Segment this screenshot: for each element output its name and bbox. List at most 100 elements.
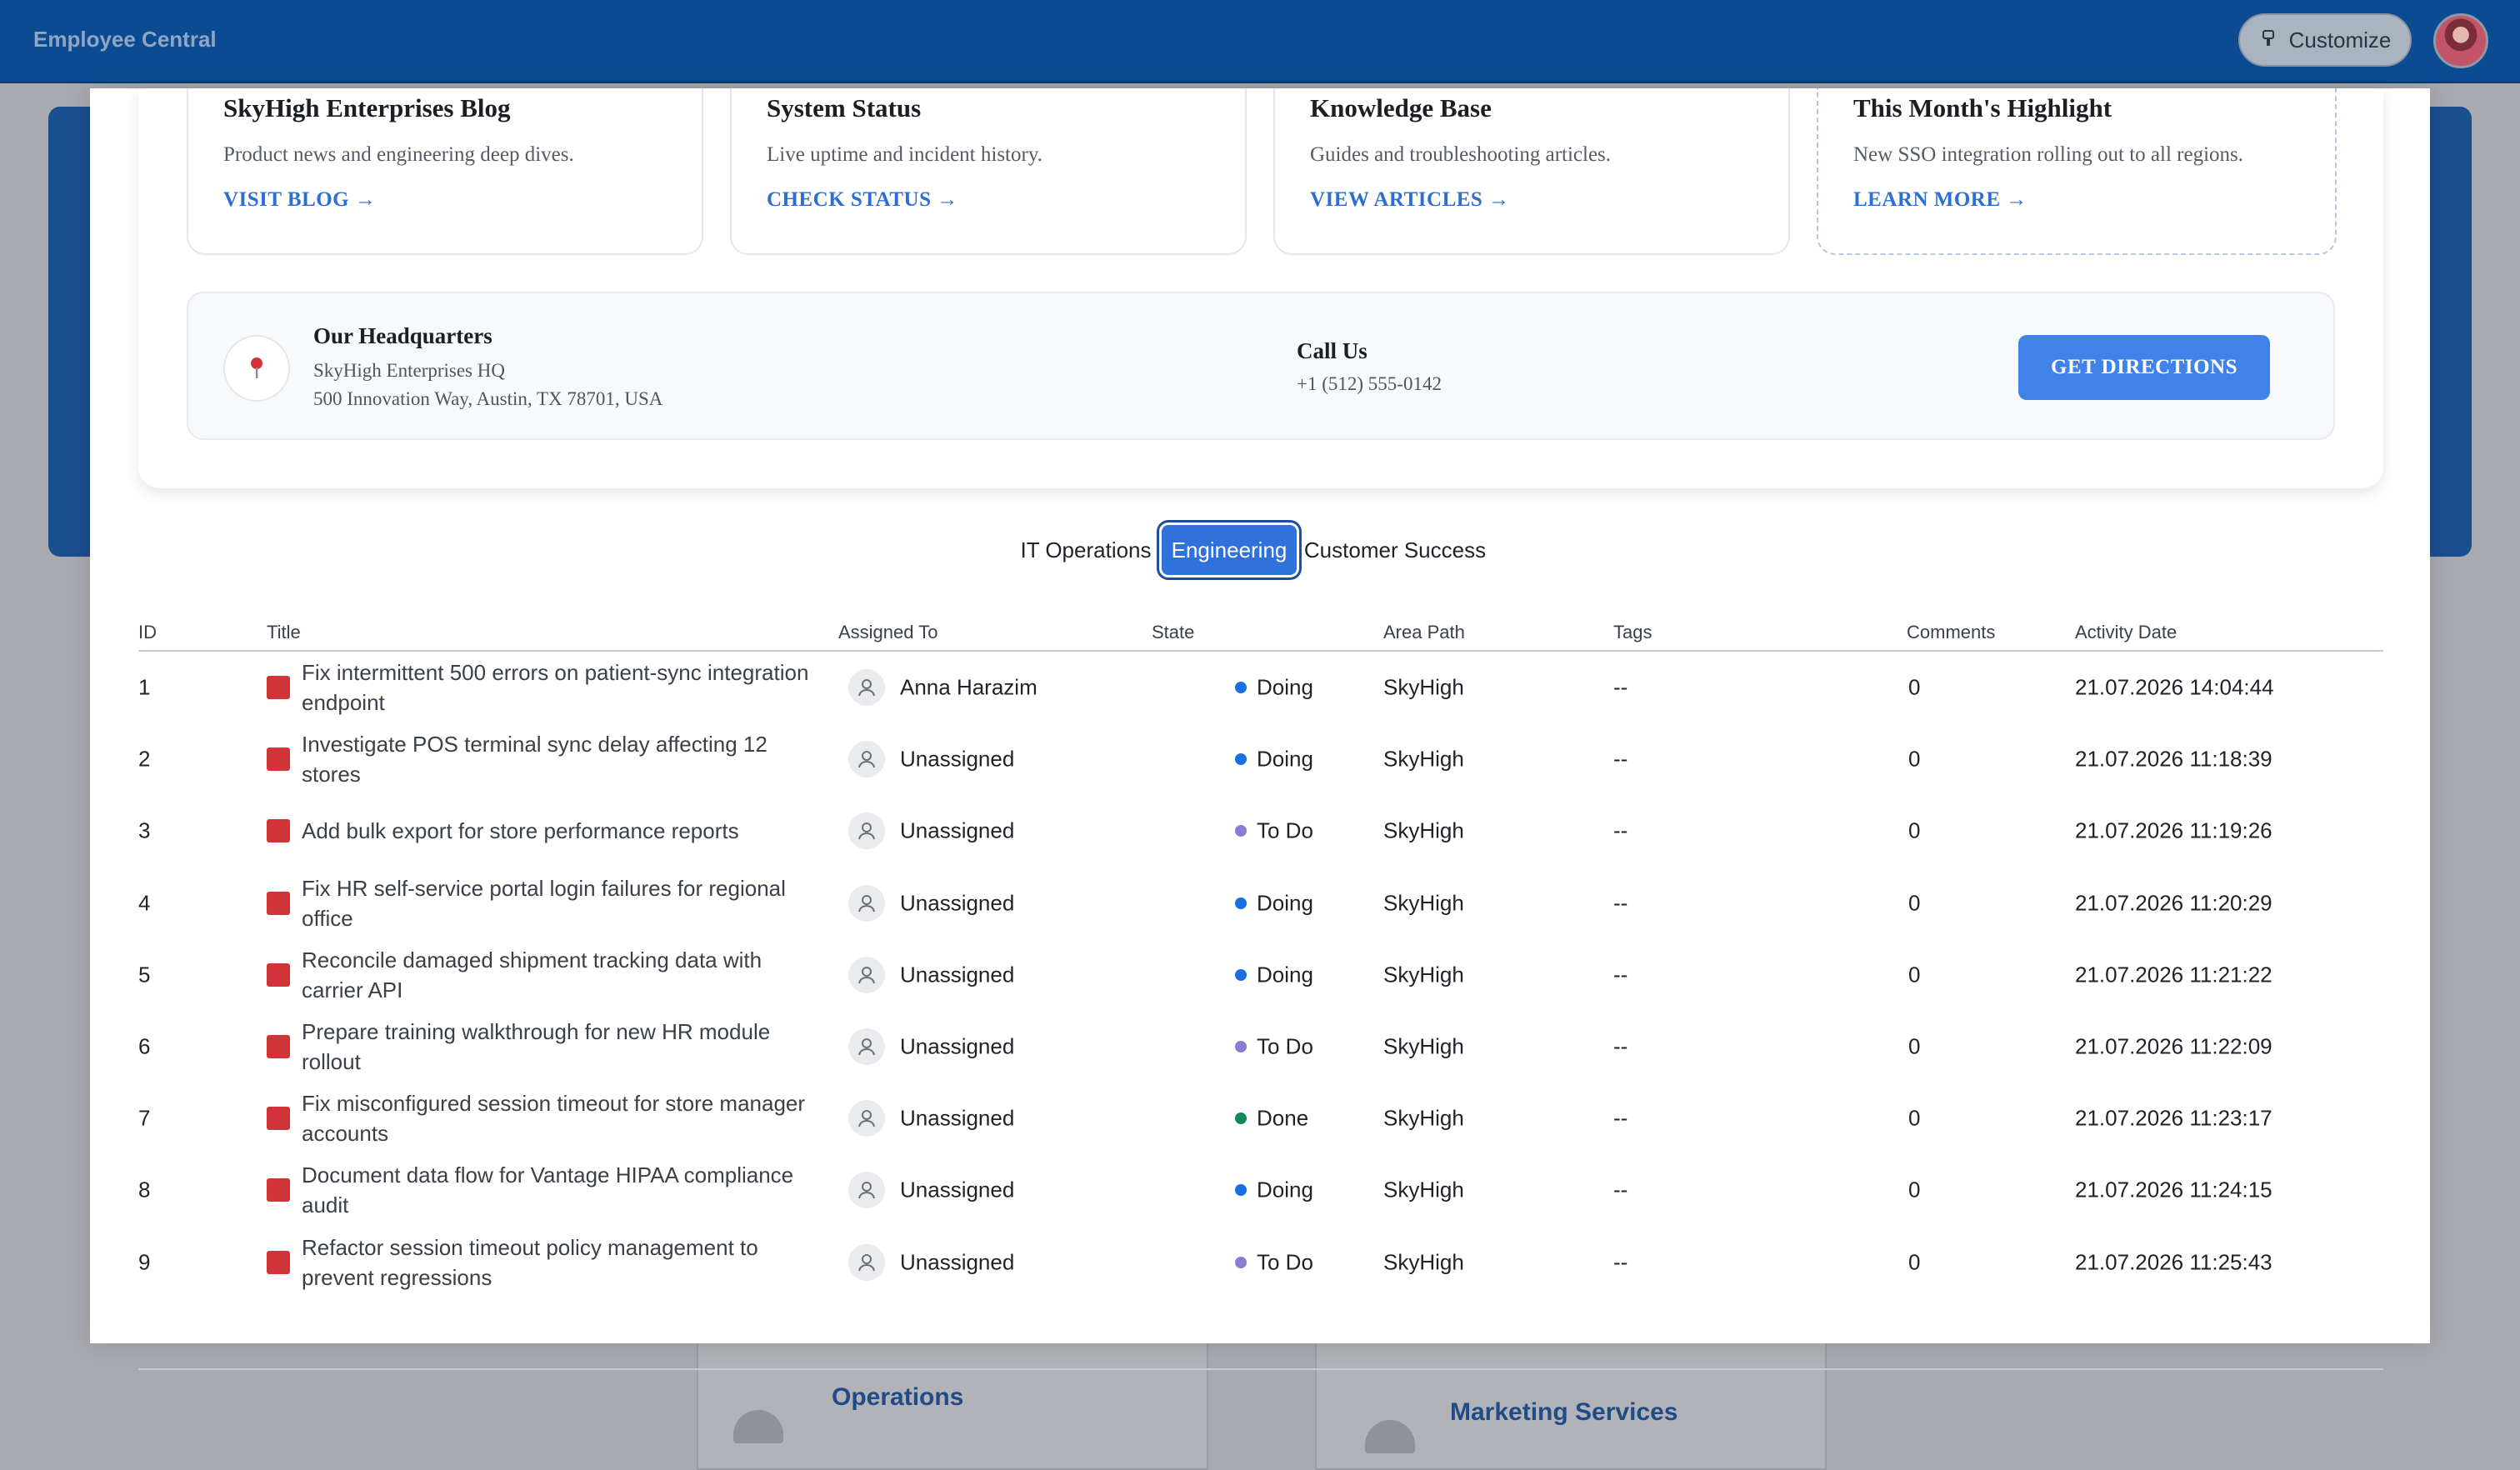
column-header-tags[interactable]: Tags xyxy=(1613,622,1652,643)
column-header-id[interactable]: ID xyxy=(138,622,157,643)
card-description: New SSO integration rolling out to all r… xyxy=(1853,143,2244,166)
row-id: 7 xyxy=(138,1105,151,1131)
customize-button[interactable]: Customize xyxy=(2238,13,2412,67)
column-header-comments[interactable]: Comments xyxy=(1907,622,1995,643)
table-row[interactable]: 4 Fix HR self-service portal login failur… xyxy=(138,868,2383,939)
bug-icon xyxy=(267,819,290,843)
row-title-link[interactable]: Reconcile damaged shipment tracking data… xyxy=(302,945,818,1005)
state-dot-icon xyxy=(1235,968,1247,981)
view-articles-link[interactable]: VIEW ARTICLES → xyxy=(1310,188,1510,212)
phone-number[interactable]: +1 (512) 555-0142 xyxy=(1297,373,1442,395)
get-directions-button[interactable]: GET DIRECTIONS xyxy=(2018,335,2270,400)
row-activity-date: 21.07.2026 14:04:44 xyxy=(2075,674,2274,700)
learn-more-link[interactable]: LEARN MORE → xyxy=(1853,188,2028,212)
row-tags: -- xyxy=(1613,1177,1628,1202)
table-row[interactable]: 2 Investigate POS terminal sync delay aff… xyxy=(138,723,2383,795)
row-tags: -- xyxy=(1613,674,1628,700)
table-header: ID Title Assigned To State Area Path Tag… xyxy=(138,622,2383,652)
row-state: Doing xyxy=(1257,962,1313,988)
table-row[interactable]: 8 Document data flow for Vantage HIPAA co… xyxy=(138,1154,2383,1226)
tab-engineering[interactable]: Engineering xyxy=(1162,525,1297,575)
row-area-path: SkyHigh xyxy=(1383,1249,1464,1275)
row-tags: -- xyxy=(1613,746,1628,772)
info-card: SkyHigh Enterprises Blog Product news an… xyxy=(138,88,2383,488)
row-area-path: SkyHigh xyxy=(1383,1105,1464,1131)
column-header-activity-date[interactable]: Activity Date xyxy=(2075,622,2177,643)
column-header-assigned-to[interactable]: Assigned To xyxy=(838,622,938,643)
table-row[interactable]: 3 Add bulk export for store performance r… xyxy=(138,795,2383,867)
row-assigned-to: Unassigned xyxy=(900,962,1015,988)
row-id: 6 xyxy=(138,1033,151,1059)
operations-icon xyxy=(733,1410,783,1443)
bug-icon xyxy=(267,1107,290,1131)
row-title-link[interactable]: Document data flow for Vantage HIPAA com… xyxy=(302,1160,818,1220)
row-area-path: SkyHigh xyxy=(1383,674,1464,700)
state-dot-icon xyxy=(1235,1256,1247,1268)
row-comments: 0 xyxy=(1908,890,1921,916)
card-description: Live uptime and incident history. xyxy=(767,143,1042,166)
system-status-card: System Status Live uptime and incident h… xyxy=(730,88,1247,255)
bug-icon xyxy=(267,962,290,987)
column-header-state[interactable]: State xyxy=(1152,622,1194,643)
user-icon xyxy=(848,812,885,850)
row-title-link[interactable]: Investigate POS terminal sync delay affe… xyxy=(302,729,818,789)
row-state: To Do xyxy=(1257,1033,1313,1059)
card-title: Knowledge Base xyxy=(1310,93,1492,122)
row-title-link[interactable]: Refactor session timeout policy manageme… xyxy=(302,1232,818,1292)
state-dot-icon xyxy=(1235,1041,1247,1052)
location-pin-icon xyxy=(223,335,290,402)
row-id: 3 xyxy=(138,818,151,843)
row-id: 1 xyxy=(138,674,151,700)
table-row[interactable]: 5 Reconcile damaged shipment tracking dat… xyxy=(138,939,2383,1011)
row-comments: 0 xyxy=(1908,674,1921,700)
tab-it-operations[interactable]: IT Operations xyxy=(1015,525,1157,575)
background-card-marketing: Marketing Services xyxy=(1315,1333,1827,1470)
state-dot-icon xyxy=(1235,682,1247,693)
row-area-path: SkyHigh xyxy=(1383,1177,1464,1202)
state-dot-icon xyxy=(1235,897,1247,909)
check-status-link[interactable]: CHECK STATUS → xyxy=(767,188,958,212)
knowledge-base-card: Knowledge Base Guides and troubleshootin… xyxy=(1273,88,1790,255)
row-assigned-to: Unassigned xyxy=(900,1033,1015,1059)
row-title-link[interactable]: Fix HR self-service portal login failure… xyxy=(302,873,818,933)
row-title-link[interactable]: Fix misconfigured session timeout for st… xyxy=(302,1088,818,1148)
table-row[interactable]: 1 Fix intermittent 500 errors on patient-… xyxy=(138,652,2383,723)
row-comments: 0 xyxy=(1908,818,1921,843)
row-id: 5 xyxy=(138,962,151,988)
row-comments: 0 xyxy=(1908,1249,1921,1275)
row-id: 4 xyxy=(138,890,151,916)
bug-icon xyxy=(267,1035,290,1058)
row-assigned-to: Unassigned xyxy=(900,818,1015,843)
row-title-link[interactable]: Prepare training walkthrough for new HR … xyxy=(302,1017,818,1077)
card-title: System Status xyxy=(767,93,922,122)
table-row[interactable]: 6 Prepare training walkthrough for new HR… xyxy=(138,1011,2383,1082)
table-row[interactable]: 7 Fix misconfigured session timeout for s… xyxy=(138,1082,2383,1154)
top-app-bar: Employee Central Customize xyxy=(0,0,2520,83)
row-activity-date: 21.07.2026 11:21:22 xyxy=(2075,962,2272,988)
visit-blog-link[interactable]: VISIT BLOG → xyxy=(223,188,376,212)
row-state: Doing xyxy=(1257,746,1313,772)
row-comments: 0 xyxy=(1908,962,1921,988)
state-dot-icon xyxy=(1235,1184,1247,1197)
row-activity-date: 21.07.2026 11:19:26 xyxy=(2075,818,2272,843)
column-header-area-path[interactable]: Area Path xyxy=(1383,622,1465,643)
dialog-panel: SkyHigh Enterprises Blog Product news an… xyxy=(90,88,2430,1370)
row-tags: -- xyxy=(1613,1033,1628,1059)
row-title-link[interactable]: Fix intermittent 500 errors on patient-s… xyxy=(302,658,818,718)
row-state: Doing xyxy=(1257,890,1313,916)
row-title-link[interactable]: Add bulk export for store performance re… xyxy=(302,816,818,846)
row-state: Done xyxy=(1257,1105,1309,1131)
row-assigned-to: Unassigned xyxy=(900,1105,1015,1131)
row-activity-date: 21.07.2026 11:22:09 xyxy=(2075,1033,2272,1059)
row-assigned-to: Unassigned xyxy=(900,1177,1015,1202)
brush-icon xyxy=(2259,28,2278,53)
column-header-title[interactable]: Title xyxy=(267,622,301,643)
table-row[interactable]: 9 Refactor session timeout policy managem… xyxy=(138,1227,2383,1298)
card-description: Product news and engineering deep dives. xyxy=(223,143,574,166)
user-icon xyxy=(848,1100,885,1138)
row-id: 2 xyxy=(138,746,151,772)
user-avatar[interactable] xyxy=(2433,13,2488,68)
row-assigned-to: Anna Harazim xyxy=(900,674,1038,700)
row-assigned-to: Unassigned xyxy=(900,1249,1015,1275)
tab-customer-success[interactable]: Customer Success xyxy=(1302,525,1488,575)
